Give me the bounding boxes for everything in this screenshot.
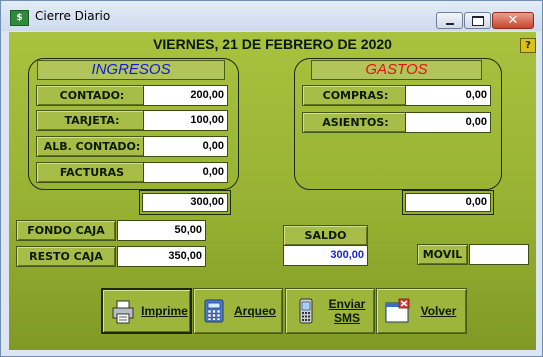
alb-contado-field[interactable]: 0,00 [143, 136, 228, 157]
imprime-button[interactable]: Imprime [101, 288, 192, 334]
close-window-icon [385, 298, 410, 323]
volver-label: Volver [420, 304, 457, 318]
tarjeta-label: TARJETA: [36, 110, 148, 131]
gastos-title: GASTOS [311, 60, 482, 80]
facturas-field[interactable]: 0,00 [143, 162, 228, 183]
client-area: VIERNES, 21 DE FEBRERO DE 2020 ? INGRESO… [9, 32, 536, 350]
ingresos-title: INGRESOS [37, 60, 225, 80]
gastos-total-field: 0,00 [405, 193, 491, 212]
enviar-sms-label-line1: Enviar [328, 297, 366, 311]
enviar-sms-button[interactable]: Enviar SMS [285, 288, 375, 334]
fondo-caja-field[interactable]: 50,00 [117, 220, 206, 241]
ingresos-total-field: 300,00 [142, 193, 228, 212]
cierre-diario-window: $ Cierre Diario ✕ VIERNES, 21 DE FEBRERO… [0, 0, 543, 357]
title-bar[interactable]: $ Cierre Diario ✕ [1, 1, 542, 31]
app-icon: $ [10, 10, 29, 26]
minimize-icon [445, 22, 454, 25]
maximize-icon [471, 15, 484, 26]
saldo-label: SALDO [283, 225, 368, 246]
facturas-label: FACTURAS [36, 162, 148, 183]
volver-button[interactable]: Volver [376, 288, 467, 334]
resto-caja-field: 350,00 [117, 246, 206, 267]
compras-field[interactable]: 0,00 [405, 85, 491, 106]
tarjeta-field[interactable]: 100,00 [143, 110, 228, 131]
arqueo-button[interactable]: Arqueo [193, 288, 283, 334]
calculator-icon [204, 299, 224, 323]
ingresos-total-box: 300,00 [139, 190, 231, 215]
compras-label: COMPRAS: [302, 85, 409, 106]
asientos-field[interactable]: 0,00 [405, 112, 491, 133]
fondo-caja-label: FONDO CAJA [16, 220, 116, 241]
resto-caja-label: RESTO CAJA [16, 246, 116, 267]
maximize-button[interactable] [464, 12, 491, 29]
movil-label: MOVIL [417, 244, 468, 265]
gastos-total-box: 0,00 [402, 190, 494, 215]
mobile-phone-icon [299, 298, 313, 324]
movil-field[interactable] [469, 244, 529, 265]
enviar-sms-label-line2: SMS [333, 311, 360, 325]
saldo-field: 300,00 [283, 245, 368, 266]
window-title: Cierre Diario [35, 9, 111, 23]
printer-icon [112, 300, 134, 324]
help-button[interactable]: ? [520, 38, 536, 53]
alb-contado-label: ALB. CONTADO: [36, 136, 148, 157]
close-button[interactable]: ✕ [492, 12, 534, 29]
close-icon: ✕ [507, 13, 519, 28]
arqueo-label: Arqueo [234, 304, 276, 318]
contado-label: CONTADO: [36, 85, 148, 106]
minimize-button[interactable] [436, 12, 463, 29]
imprime-label: Imprime [141, 304, 188, 318]
date-header: VIERNES, 21 DE FEBRERO DE 2020 [153, 36, 392, 52]
contado-field[interactable]: 200,00 [143, 85, 228, 106]
enviar-sms-label: Enviar SMS [322, 289, 372, 333]
asientos-label: ASIENTOS: [302, 112, 409, 133]
